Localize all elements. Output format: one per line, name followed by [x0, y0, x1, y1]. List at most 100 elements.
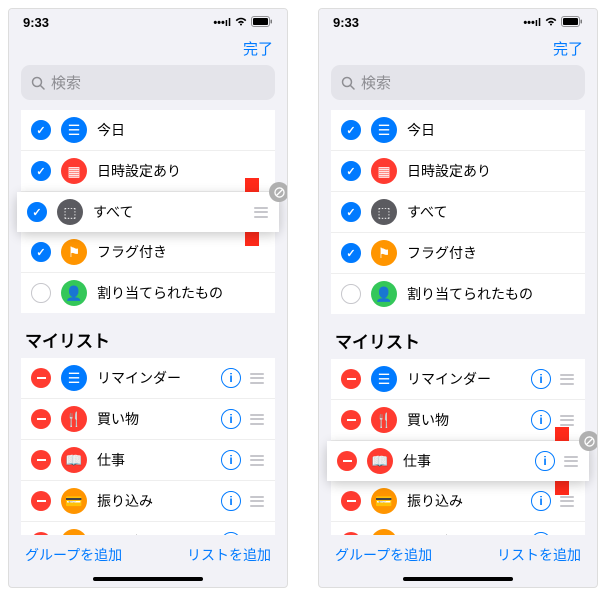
smart-label: 割り当てられたもの	[407, 284, 575, 304]
mylist-header: マイリスト	[319, 328, 597, 359]
list-row[interactable]: 🍴 買い物 i	[21, 399, 275, 440]
delete-icon[interactable]	[31, 450, 51, 470]
delete-icon[interactable]	[341, 410, 361, 430]
checkbox[interactable]	[341, 161, 361, 181]
add-list-button[interactable]: リストを追加	[497, 545, 581, 565]
search-placeholder: 検索	[361, 72, 391, 93]
drag-handle-icon[interactable]	[249, 373, 265, 384]
drag-handle-icon[interactable]	[563, 456, 579, 467]
home-indicator	[93, 577, 203, 581]
drag-handle-icon[interactable]	[249, 496, 265, 507]
info-icon[interactable]: i	[535, 451, 555, 471]
checkbox[interactable]	[341, 243, 361, 263]
done-button[interactable]: 完了	[243, 38, 273, 59]
smart-row[interactable]: ☰ 今日	[331, 110, 585, 151]
info-icon[interactable]: i	[221, 491, 241, 511]
smart-row[interactable]: 👤 割り当てられたもの	[21, 273, 275, 313]
smart-label: 今日	[97, 120, 265, 140]
checkbox[interactable]	[31, 242, 51, 262]
prohibit-icon	[269, 182, 287, 202]
cal-icon: ▦	[371, 158, 397, 184]
smart-label: フラグ付き	[407, 243, 575, 263]
delete-icon[interactable]	[31, 368, 51, 388]
checkbox[interactable]	[31, 283, 51, 303]
transfer-icon: 💳	[61, 488, 87, 514]
checkbox[interactable]	[341, 202, 361, 222]
search-icon	[31, 76, 45, 90]
drag-handle-icon[interactable]	[559, 374, 575, 385]
list-row[interactable]: 💳 振り込み i	[21, 481, 275, 522]
list-row[interactable]: ❚❚ アイデア i	[21, 522, 275, 535]
delete-icon[interactable]	[31, 532, 51, 535]
idea-icon: ❚❚	[371, 529, 397, 535]
list-row[interactable]: ☰ リマインダー i	[331, 359, 585, 400]
shop-icon: 🍴	[61, 406, 87, 432]
delete-icon[interactable]	[31, 409, 51, 429]
info-icon[interactable]: i	[221, 409, 241, 429]
smart-lists-card: ☰ 今日 ▦ 日時設定あり ⬚ すべて ⚑ フラグ付き 👤 割り当てられたもの	[331, 110, 585, 314]
checkbox[interactable]	[341, 120, 361, 140]
flag-icon: ⚑	[371, 240, 397, 266]
list-row[interactable]: 📖 仕事 i	[327, 441, 589, 481]
phone-left: 9:33 •••ıl 完了 検索 ☰ 今日 ▦ 日時設定あり	[8, 8, 288, 588]
add-list-button[interactable]: リストを追加	[187, 545, 271, 565]
drag-handle-icon[interactable]	[249, 414, 265, 425]
info-icon[interactable]: i	[221, 532, 241, 535]
dragging-row[interactable]: 📖 仕事 i	[327, 441, 589, 481]
delete-icon[interactable]	[341, 532, 361, 535]
info-icon[interactable]: i	[531, 532, 551, 535]
status-bar: 9:33 •••ıl	[319, 9, 597, 32]
info-icon[interactable]: i	[221, 368, 241, 388]
today-icon: ☰	[61, 117, 87, 143]
remind-icon: ☰	[61, 365, 87, 391]
drag-handle-icon[interactable]	[559, 415, 575, 426]
wifi-icon	[234, 16, 248, 29]
assign-icon: 👤	[61, 280, 87, 306]
delete-icon[interactable]	[341, 491, 361, 511]
smart-lists-card: ☰ 今日 ▦ 日時設定あり ⬚ すべて ⚑	[21, 110, 275, 313]
list-label: 買い物	[97, 409, 221, 429]
smart-row[interactable]: ⚑ フラグ付き	[331, 233, 585, 274]
smart-row[interactable]: ▦ 日時設定あり	[331, 151, 585, 192]
smart-row[interactable]: ☰ 今日	[21, 110, 275, 151]
checkbox[interactable]	[27, 202, 47, 222]
transfer-icon: 💳	[371, 488, 397, 514]
remind-icon: ☰	[371, 366, 397, 392]
list-row[interactable]: 📖 仕事 i	[21, 440, 275, 481]
nav-bar: 完了	[319, 32, 597, 65]
delete-icon[interactable]	[31, 491, 51, 511]
list-label: 振り込み	[97, 491, 221, 511]
shop-icon: 🍴	[371, 407, 397, 433]
smart-row[interactable]: ⬚ すべて	[17, 192, 279, 232]
battery-icon	[251, 16, 273, 30]
smart-row[interactable]: ⬚ すべて	[331, 192, 585, 233]
search-field[interactable]: 検索	[21, 65, 275, 100]
drag-handle-icon[interactable]	[253, 207, 269, 218]
add-group-button[interactable]: グループを追加	[25, 545, 122, 565]
delete-icon[interactable]	[337, 451, 357, 471]
smart-row[interactable]: 👤 割り当てられたもの	[331, 274, 585, 314]
checkbox[interactable]	[31, 120, 51, 140]
checkbox[interactable]	[31, 161, 51, 181]
smart-label: 日時設定あり	[407, 161, 575, 181]
work-icon: 📖	[61, 447, 87, 473]
add-group-button[interactable]: グループを追加	[335, 545, 432, 565]
list-row[interactable]: ❚❚ アイデア i	[331, 522, 585, 535]
all-icon: ⬚	[57, 199, 83, 225]
drag-handle-icon[interactable]	[249, 455, 265, 466]
smart-label: 今日	[407, 120, 575, 140]
done-button[interactable]: 完了	[553, 38, 583, 59]
info-icon[interactable]: i	[221, 450, 241, 470]
list-label: アイデア	[97, 532, 221, 535]
status-icons: •••ıl	[523, 16, 583, 30]
delete-icon[interactable]	[341, 369, 361, 389]
drag-handle-icon[interactable]	[559, 496, 575, 507]
idea-icon: ❚❚	[61, 529, 87, 535]
smart-label: すべて	[93, 202, 253, 222]
status-time: 9:33	[23, 15, 49, 30]
list-row[interactable]: ☰ リマインダー i	[21, 358, 275, 399]
info-icon[interactable]: i	[531, 369, 551, 389]
checkbox[interactable]	[341, 284, 361, 304]
search-field[interactable]: 検索	[331, 65, 585, 100]
dragging-row[interactable]: ⬚ すべて	[17, 192, 279, 232]
